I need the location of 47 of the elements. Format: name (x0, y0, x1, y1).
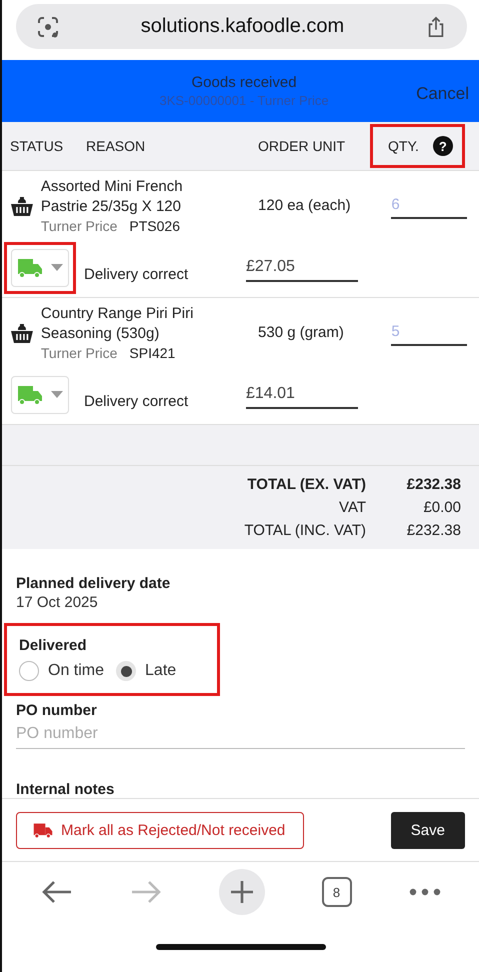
product-code: SPI421 (129, 345, 176, 361)
radio-button[interactable] (19, 661, 39, 681)
field-label: Delivered (19, 637, 87, 654)
product-name: Country Range Piri Piri Seasoning (530g) (40, 304, 194, 344)
scan-icon[interactable] (36, 14, 60, 38)
save-button[interactable]: Save (390, 812, 465, 848)
column-header: REASON (86, 138, 146, 154)
caret-icon (51, 391, 63, 399)
total-label: VAT (339, 499, 366, 516)
field-label: Internal notes (16, 780, 116, 798)
order-unit: 530 g (gram) (257, 324, 345, 341)
total-value: £232.38 (406, 476, 461, 493)
order-unit: 120 ea (each) (257, 197, 352, 214)
total-label: TOTAL (INC. VAT) (244, 522, 366, 539)
field-label: PO number (16, 702, 98, 719)
price-field[interactable]: £27.05 (246, 254, 358, 282)
help-icon[interactable]: ? (432, 136, 453, 156)
reject-all-button[interactable]: Mark all as Rejected/Not received (16, 812, 304, 848)
date-value: 17 Oct 2025 (16, 594, 99, 611)
column-header: STATUS (10, 138, 64, 154)
price-field[interactable]: £14.01 (246, 381, 358, 409)
total-value: £232.38 (406, 522, 461, 539)
address-bar[interactable]: solutions.kafoodle.com (16, 4, 467, 49)
product-code: PTS026 (129, 218, 180, 234)
column-header: ORDER UNIT (258, 138, 346, 154)
tab-count-button[interactable]: 8 (322, 877, 352, 907)
radio-label[interactable]: On time (48, 662, 104, 680)
caret-icon (51, 264, 63, 272)
radio-label[interactable]: Late (145, 662, 176, 680)
truck-icon (17, 384, 43, 406)
status-label: Delivery correct (84, 392, 190, 410)
truck-icon (33, 822, 53, 838)
product-name: Assorted Mini French Pastrie 25/35g X 120 (40, 177, 184, 217)
total-value: £0.00 (422, 499, 461, 516)
page-title: Goods received (192, 74, 297, 91)
url-text: solutions.kafoodle.com (140, 15, 346, 38)
back-icon[interactable] (40, 880, 72, 904)
total-label: TOTAL (EX. VAT) (247, 476, 366, 493)
truck-icon (17, 257, 43, 279)
status-label: Delivery correct (84, 264, 190, 282)
new-tab-icon[interactable] (218, 869, 264, 915)
column-header: QTY. (388, 138, 419, 154)
supplier-name: Turner Price (40, 345, 118, 361)
page-subtitle: 3KS-00000001 - Turner Price (159, 93, 329, 108)
supplier-name: Turner Price (40, 218, 118, 234)
more-icon[interactable] (408, 888, 440, 896)
field-label: Planned delivery date (16, 575, 172, 592)
